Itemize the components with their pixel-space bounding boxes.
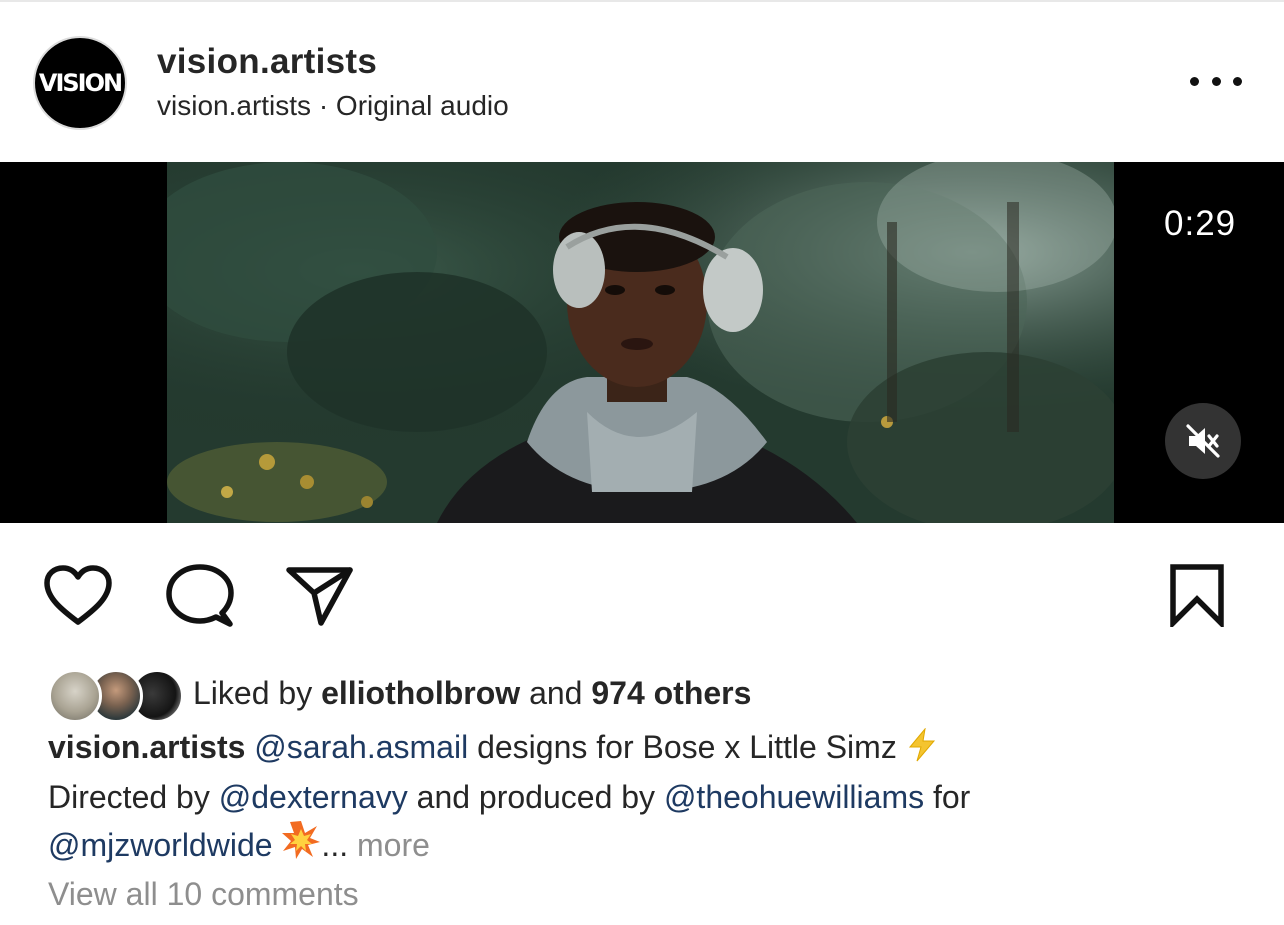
like-button[interactable] [40, 561, 116, 631]
mention-link[interactable]: @theohuewilliams [664, 779, 924, 815]
mention-link[interactable]: @mjzworldwide [48, 827, 273, 863]
lightning-emoji [906, 727, 938, 774]
mention-link[interactable]: @sarah.asmail [254, 729, 468, 765]
caption-text: Directed by [48, 779, 219, 815]
likes-conjunction: and [520, 675, 592, 711]
caption-line-3: @mjzworldwide ... more [48, 820, 1248, 872]
post-action-bar [0, 523, 1284, 653]
caption-line-1: vision.artists @sarah.asmail designs for… [48, 724, 1248, 774]
video-timer: 0:29 [1164, 204, 1237, 243]
speaker-muted-icon [1186, 424, 1220, 458]
video-still [167, 162, 1114, 523]
likes-summary: Liked by elliotholbrow and 974 others [193, 675, 751, 712]
caption-line-2: Directed by @dexternavy and produced by … [48, 774, 1248, 820]
heart-icon [44, 565, 112, 625]
caption-more-link[interactable]: more [357, 827, 430, 863]
ellipsis-icon [1190, 76, 1199, 86]
caption-text: designs for Bose x Little Simz [468, 729, 906, 765]
profile-avatar[interactable]: VISION [33, 36, 127, 130]
caption-author[interactable]: vision.artists [48, 729, 245, 765]
likes-prefix: Liked by [193, 675, 322, 711]
video-player[interactable]: 0:29 [0, 162, 1284, 523]
mention-link[interactable]: @dexternavy [219, 779, 408, 815]
paper-plane-icon [286, 567, 353, 626]
liker-avatars [48, 669, 184, 723]
view-all-comments-link[interactable]: View all 10 comments [48, 876, 359, 913]
likes-count[interactable]: 974 others [591, 675, 751, 711]
share-button[interactable] [282, 561, 356, 629]
avatar-logo-text: VISION [38, 69, 123, 97]
video-frame [167, 162, 1114, 523]
save-button[interactable] [1165, 561, 1229, 629]
post-caption: vision.artists @sarah.asmail designs for… [48, 724, 1248, 872]
liker-avatar [48, 669, 102, 723]
post-header: VISION vision.artists vision.artists · O… [0, 0, 1284, 162]
bookmark-icon [1170, 564, 1224, 627]
caption-text: for [924, 779, 971, 815]
caption-text: and produced by [407, 779, 664, 815]
comment-bubble-icon [166, 564, 234, 627]
caption-ellipsis: ... [321, 827, 357, 863]
audio-line[interactable]: vision.artists · Original audio [157, 90, 509, 122]
collision-emoji [281, 820, 321, 872]
mute-toggle-button[interactable] [1165, 403, 1241, 479]
comment-button[interactable] [162, 561, 236, 631]
more-options-button[interactable] [1190, 66, 1242, 96]
post-username[interactable]: vision.artists [157, 42, 377, 82]
likes-row[interactable]: Liked by elliotholbrow and 974 others [48, 665, 1248, 723]
liker-username[interactable]: elliotholbrow [321, 675, 520, 711]
